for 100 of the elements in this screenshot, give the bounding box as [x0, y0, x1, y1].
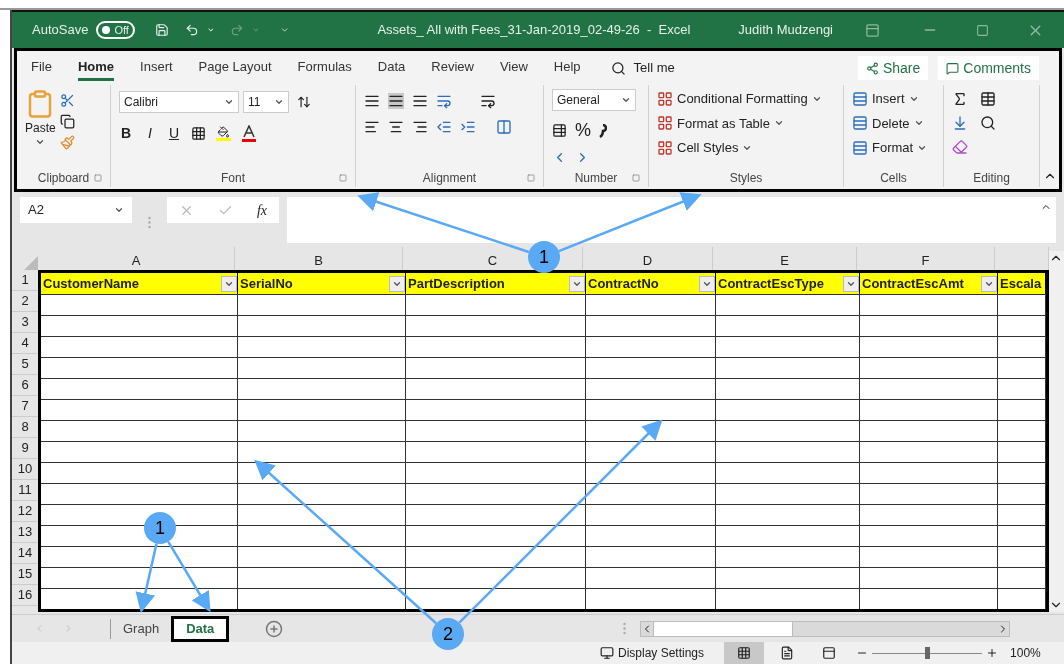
percent-button[interactable]: %	[575, 117, 591, 144]
header-cell: ContractEscAmt	[860, 273, 998, 294]
header-cell: ContractNo	[586, 273, 716, 294]
increase-indent-icon[interactable]	[460, 119, 476, 135]
styles-menu-button[interactable]: Cell Styles	[657, 138, 822, 158]
ribbon-tab[interactable]: View	[499, 55, 528, 81]
cells-menu-button[interactable]: Delete	[852, 113, 928, 133]
formula-input[interactable]	[287, 197, 1056, 243]
split-handle-icon[interactable]	[623, 622, 627, 635]
more-handle-icon[interactable]	[148, 215, 151, 229]
name-box[interactable]: A2	[20, 197, 132, 223]
decrease-indent-icon[interactable]	[436, 119, 452, 135]
zoom-slider-thumb[interactable]	[925, 647, 931, 659]
ribbon-tab[interactable]: Page Layout	[198, 55, 272, 81]
page-break-view-icon[interactable]	[822, 646, 837, 660]
ribbon-tab[interactable]: Home	[77, 55, 115, 81]
horizontal-scrollbar[interactable]	[640, 620, 1011, 637]
merge-center-icon[interactable]	[496, 119, 512, 135]
paste-button[interactable]: Paste	[25, 89, 56, 150]
group-label: Clipboard	[37, 170, 90, 187]
ribbon-tab[interactable]: File	[31, 55, 52, 81]
normal-view-icon[interactable]	[737, 646, 752, 660]
autosum-icon[interactable]	[952, 91, 968, 107]
display-settings-link[interactable]: Display Settings	[618, 644, 705, 662]
font-name-dropdown[interactable]: Calibri	[119, 91, 239, 113]
pointer-arrow	[167, 541, 211, 613]
group-label: Alignment	[422, 170, 477, 187]
bottom-align-icon[interactable]	[412, 93, 428, 109]
window-title: Assets_ All with Fees_31-Jan-2019_02-49-26 - Excel	[377, 21, 691, 40]
header-cell: Escala	[998, 273, 1046, 294]
ribbon-tab[interactable]: Data	[377, 55, 406, 81]
group-label: Editing	[973, 170, 1010, 187]
header-cell: ContractEscType	[716, 273, 860, 294]
copy-icon[interactable]	[59, 114, 75, 129]
table-style-icon	[657, 90, 673, 107]
user-name: Judith Mudzengi	[738, 21, 833, 40]
save-icon[interactable]	[154, 21, 169, 39]
caret-icon	[621, 95, 631, 105]
autosave-label: AutoSave	[32, 21, 89, 40]
font-size-icon[interactable]	[297, 95, 311, 109]
vertical-scrollbar[interactable]	[1049, 251, 1064, 612]
filter-dropdown-button[interactable]	[699, 275, 715, 292]
new-sheet-icon[interactable]	[265, 619, 284, 638]
italic-button[interactable]: I	[143, 123, 157, 144]
ribbon-tab[interactable]: Review	[431, 55, 474, 81]
zoom-in-icon[interactable]	[986, 647, 999, 659]
find-icon[interactable]	[980, 115, 996, 131]
cells-icon	[852, 115, 868, 132]
caret-icon	[274, 97, 284, 107]
cells-icon	[852, 139, 868, 156]
filter-dropdown-button[interactable]	[389, 275, 405, 292]
filter-dropdown-button[interactable]	[569, 275, 585, 292]
fill-icon[interactable]	[952, 115, 968, 131]
top-align-icon[interactable]	[364, 93, 380, 109]
cut-icon[interactable]	[59, 93, 75, 108]
display-settings-icon[interactable]	[600, 646, 614, 660]
format-painter-icon[interactable]	[59, 135, 75, 150]
filter-dropdown-button[interactable]	[221, 275, 237, 292]
caret-icon	[224, 97, 234, 107]
insert-function-button[interactable]: fx	[256, 199, 267, 221]
cells-menu-button[interactable]: Insert	[852, 89, 928, 109]
tell-me-field[interactable]: Tell me	[633, 58, 675, 78]
align-center-icon[interactable]	[388, 119, 404, 135]
font-color-icon[interactable]	[241, 124, 257, 143]
align-left-icon[interactable]	[364, 119, 380, 135]
sheet-tab[interactable]: Data	[171, 615, 230, 642]
filter-dropdown-button[interactable]	[981, 275, 997, 292]
comments-button[interactable]: Comments	[938, 56, 1039, 80]
maximize-icon[interactable]	[976, 23, 989, 37]
header-cell: CustomerName	[41, 273, 238, 294]
comma-style-icon[interactable]	[599, 123, 607, 138]
cells-menu-button[interactable]: Format	[852, 138, 928, 158]
clear-icon[interactable]	[952, 139, 968, 155]
ribbon-tab[interactable]: Formulas	[297, 55, 352, 81]
pointer-arrow	[135, 543, 158, 613]
page-layout-view-icon[interactable]	[780, 646, 795, 660]
number-format-dropdown[interactable]: General	[552, 89, 636, 111]
ribbon-tab[interactable]: Insert	[140, 55, 173, 81]
share-button[interactable]: Share	[857, 56, 929, 80]
wrap-text-icon[interactable]	[480, 93, 496, 109]
filter-dropdown-button[interactable]	[843, 275, 859, 292]
comment-icon	[946, 61, 960, 75]
group-label: Number	[574, 170, 618, 187]
borders-icon[interactable]	[191, 126, 206, 141]
group-label: Font	[221, 170, 245, 187]
header-cell: PartDescription	[406, 273, 586, 294]
styles-menu-button[interactable]: Conditional Formatting	[657, 89, 822, 109]
align-right-icon[interactable]	[412, 119, 428, 135]
fill-color-icon[interactable]	[216, 126, 231, 141]
ribbon-display-icon[interactable]	[865, 22, 880, 38]
bold-button[interactable]: B	[119, 123, 133, 144]
autosave-toggle[interactable]: Off	[96, 21, 135, 39]
sheet-tab[interactable]: Graph	[111, 615, 172, 642]
styles-menu-button[interactable]: Format as Table	[657, 113, 822, 133]
share-icon	[865, 61, 879, 75]
middle-align-icon[interactable]	[388, 93, 404, 109]
zoom-level[interactable]: 100%	[1010, 644, 1041, 662]
underline-button[interactable]: U	[167, 123, 181, 144]
font-size-dropdown[interactable]: 11	[243, 91, 289, 113]
ribbon-tab[interactable]: Help	[553, 55, 581, 81]
